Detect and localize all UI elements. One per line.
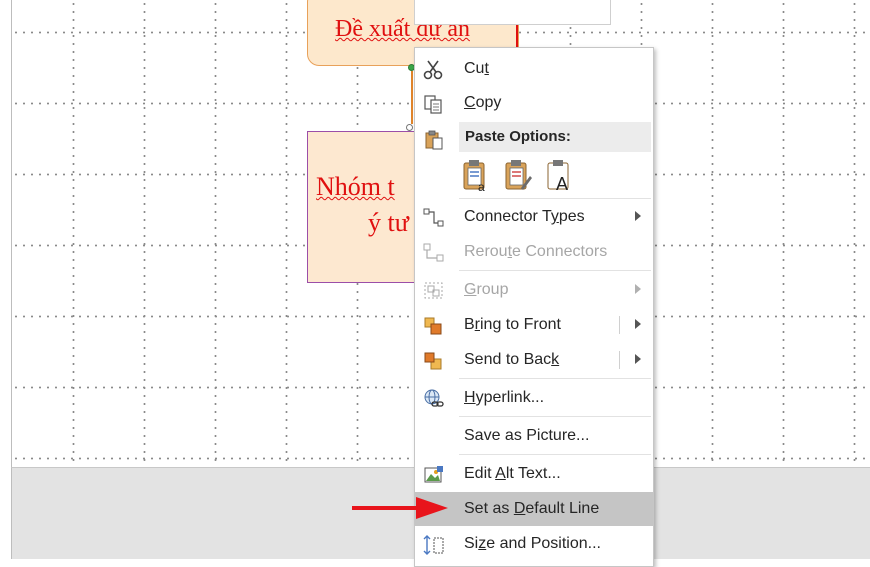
menu-item-label: Set as Default Line: [464, 500, 600, 517]
menu-item-label: Save as Picture...: [464, 427, 590, 444]
menu-item-label: Hyperlink...: [464, 389, 545, 406]
menu-item-edit-alt-text[interactable]: Edit Alt Text...: [415, 457, 653, 491]
menu-item-save-as-picture[interactable]: Save as Picture...: [415, 419, 653, 453]
paste-icon: [425, 130, 443, 150]
group-icon: [424, 282, 443, 299]
menu-item-send-to-back[interactable]: Send to Back: [415, 343, 653, 377]
menu-item-label: Bring to Front: [464, 316, 561, 333]
scissors-icon: [423, 60, 443, 80]
menu-item-label: Connector Types: [464, 208, 585, 225]
menu-separator: [459, 378, 651, 379]
menu-item-label: Reroute Connectors: [464, 243, 608, 260]
connector-types-icon: [423, 208, 444, 227]
copy-icon: [424, 95, 442, 114]
alt-text-icon: [424, 466, 443, 483]
bring-to-front-icon: [424, 317, 442, 335]
size-position-icon: [423, 535, 444, 555]
svg-text:A: A: [556, 174, 568, 194]
menu-item-cut[interactable]: Cut: [415, 52, 653, 86]
menu-item-label: Cut: [464, 60, 489, 77]
text-box-overlay: [414, 0, 611, 25]
paste-keep-text-only-icon[interactable]: A: [545, 158, 575, 194]
submenu-arrow-icon: [635, 211, 641, 221]
annotation-arrow-icon: [352, 497, 448, 519]
paste-options-label: Paste Options:: [465, 128, 571, 145]
context-menu: Cut Copy Paste Options: a A Connector Ty…: [414, 47, 654, 567]
connector-end-handle[interactable]: [406, 124, 413, 131]
menu-separator: [459, 416, 651, 417]
menu-item-copy[interactable]: Copy: [415, 86, 653, 120]
menu-item-label: Size and Position...: [464, 535, 601, 552]
menu-separator: [459, 270, 651, 271]
text-cursor: [516, 22, 518, 48]
svg-text:a: a: [478, 180, 485, 194]
menu-item-size-and-position[interactable]: Size and Position...: [415, 527, 653, 561]
selected-connector-line[interactable]: [411, 71, 413, 124]
middle-shape-text-line1: Nhóm t: [316, 172, 395, 201]
menu-item-hyperlink[interactable]: Hyperlink...: [415, 381, 653, 415]
menu-item-label: Group: [464, 281, 509, 298]
menu-item-set-as-default-line[interactable]: Set as Default Line: [415, 492, 653, 526]
hyperlink-icon: [424, 389, 444, 407]
menu-separator: [459, 198, 651, 199]
menu-item-reroute-connectors: Reroute Connectors: [415, 235, 653, 269]
paste-keep-source-formatting-icon[interactable]: [503, 158, 533, 194]
paste-destination-theme-icon[interactable]: a: [461, 158, 491, 194]
submenu-arrow-icon[interactable]: [635, 354, 641, 364]
send-to-back-icon: [424, 352, 442, 370]
menu-separator: [459, 454, 651, 455]
menu-item-bring-to-front[interactable]: Bring to Front: [415, 308, 653, 342]
submenu-arrow-icon: [635, 284, 641, 294]
reroute-connectors-icon: [423, 243, 444, 262]
menu-item-label: Copy: [464, 94, 502, 111]
menu-item-connector-types[interactable]: Connector Types: [415, 200, 653, 234]
submenu-arrow-icon[interactable]: [635, 319, 641, 329]
middle-shape-text-line2: ý tư: [368, 208, 409, 237]
menu-item-label: Send to Back: [464, 351, 560, 368]
menu-item-group: Group: [415, 273, 653, 307]
menu-item-label: Edit Alt Text...: [464, 465, 561, 482]
paste-options-header: Paste Options:: [459, 122, 651, 152]
middle-shape[interactable]: [307, 131, 427, 283]
